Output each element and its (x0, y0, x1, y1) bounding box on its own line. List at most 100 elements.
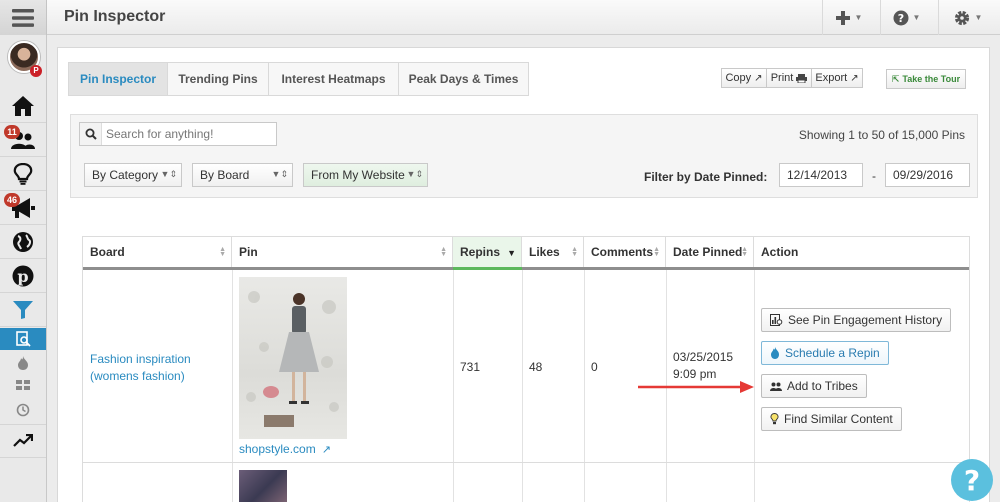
schedule-repin-button[interactable]: Schedule a Repin (761, 341, 889, 365)
pin-source-link[interactable]: shopstyle.com ↗ (239, 442, 331, 456)
lightbulb-icon (13, 162, 33, 185)
add-to-tribes-button[interactable]: Add to Tribes (761, 374, 867, 398)
settings-menu[interactable]: ▼ (938, 0, 996, 35)
sorted-column-marker (453, 267, 522, 270)
lightbulb-icon (770, 413, 779, 425)
sort-icon: ▲ ▼ (653, 246, 660, 258)
search-box (79, 122, 277, 146)
copy-button[interactable]: Copy ↗ (721, 68, 767, 88)
column-header-date-pinned[interactable]: Date Pinned ▲ ▼ (666, 237, 754, 267)
find-similar-label: Find Similar Content (784, 412, 893, 426)
search-button[interactable] (80, 123, 102, 145)
column-header-pin[interactable]: Pin ▲ ▼ (232, 237, 453, 267)
time-pinned-value: 9:09 pm (673, 367, 717, 381)
sidebar-item-filters[interactable] (0, 293, 46, 327)
engagement-history-button[interactable]: See Pin Engagement History (761, 308, 952, 332)
column-header-label: Repins (460, 245, 501, 259)
find-similar-button[interactable]: Find Similar Content (761, 407, 902, 431)
sidebar-item-trending[interactable] (0, 352, 46, 374)
search-input[interactable] (106, 126, 271, 142)
date-separator: - (872, 169, 876, 183)
sidebar-item-promote[interactable]: 46 (0, 191, 46, 225)
top-bar: Pin Inspector ▼ ? ▼ ▼ (0, 0, 1000, 35)
funnel-icon (13, 300, 33, 319)
sidebar: P 11 46 p (0, 35, 47, 502)
board-link[interactable]: Fashion inspiration (womens fashion) (90, 351, 225, 385)
tab-pin-inspector[interactable]: Pin Inspector (68, 62, 168, 96)
chevron-down-icon: ▼ (974, 13, 983, 22)
date-to-input[interactable]: 09/29/2016 (885, 163, 970, 187)
likes-value: 48 (529, 360, 543, 374)
tab-peak-days-times[interactable]: Peak Days & Times (398, 62, 529, 96)
promote-badge: 46 (4, 193, 20, 207)
globe-icon (13, 231, 33, 252)
column-header-likes[interactable]: Likes ▲ ▼ (522, 237, 584, 267)
sidebar-item-explore[interactable] (0, 225, 46, 259)
board-filter[interactable]: By Board ▼⇕ (192, 163, 293, 187)
filter-sort-icon: ▼⇕ (160, 169, 177, 179)
menu-button[interactable] (0, 0, 47, 35)
svg-text:?: ? (897, 12, 903, 25)
inspector-icon (16, 331, 31, 347)
users-icon (770, 382, 782, 391)
printer-icon (796, 73, 808, 83)
column-header-board[interactable]: Board ▲ ▼ (83, 237, 232, 267)
category-filter[interactable]: By Category ▼⇕ (84, 163, 182, 187)
external-icon: ↗ (850, 72, 859, 84)
print-button[interactable]: Print (766, 68, 812, 88)
chevron-down-icon: ▼ (854, 13, 863, 22)
comments-value: 0 (591, 360, 598, 374)
board-filter-label: By Board (200, 168, 250, 182)
print-label: Print (770, 72, 794, 84)
column-header-repins[interactable]: Repins ▼ (453, 237, 522, 267)
source-filter[interactable]: From My Website ▼⇕ (303, 163, 428, 187)
column-header-label: Date Pinned (673, 245, 743, 259)
sort-icon: ▲ ▼ (440, 246, 447, 258)
pin-photo (246, 291, 339, 427)
home-icon (12, 95, 34, 116)
help-chat-button[interactable]: ? (951, 459, 993, 501)
sidebar-item-peak-times[interactable] (0, 399, 46, 421)
take-tour-button[interactable]: ⇱ Take the Tour (886, 69, 966, 89)
column-divider (453, 270, 454, 502)
pins-table: Board ▲ ▼ Pin ▲ ▼ Repins ▼ Likes ▲ ▼ Comments ▲ ▼… (82, 236, 970, 502)
pin-image[interactable] (239, 277, 347, 439)
search-icon (85, 128, 97, 140)
tab-trending-pins[interactable]: Trending Pins (167, 62, 269, 96)
pin-image[interactable] (239, 470, 287, 502)
trending-up-icon (13, 434, 33, 447)
export-button[interactable]: Export ↗ (811, 68, 863, 88)
schedule-repin-label: Schedule a Repin (785, 346, 880, 360)
pinterest-icon: p (12, 265, 34, 286)
sidebar-item-heatmaps[interactable] (0, 374, 46, 396)
gear-icon (954, 10, 969, 25)
date-from-input[interactable]: 12/14/2013 (779, 163, 863, 187)
sort-icon: ▲ ▼ (219, 246, 226, 258)
add-to-tribes-label: Add to Tribes (787, 379, 858, 393)
add-menu[interactable]: ▼ (822, 0, 874, 35)
external-link-icon: ↗ (321, 444, 331, 456)
help-menu[interactable]: ? ▼ (880, 0, 932, 35)
results-count: Showing 1 to 50 of 15,000 Pins (798, 128, 965, 142)
sidebar-item-ideas[interactable] (0, 157, 46, 191)
sort-icon: ▲ ▼ (571, 246, 578, 258)
tour-label: Take the Tour (902, 74, 961, 84)
pin-source-label: shopstyle.com (239, 442, 316, 456)
flame-icon (770, 347, 780, 359)
flame-icon (18, 356, 28, 370)
column-header-label: Likes (529, 245, 560, 259)
date-pinned-value: 03/25/2015 (673, 350, 734, 364)
sidebar-item-pinterest[interactable]: p (0, 259, 46, 293)
export-label: Export (815, 72, 848, 84)
pinterest-badge: P (30, 65, 42, 77)
sidebar-item-pin-inspector[interactable] (0, 328, 46, 350)
column-header-label: Comments (591, 245, 654, 259)
hamburger-icon (12, 8, 34, 27)
grid-icon (16, 380, 30, 390)
column-header-comments[interactable]: Comments ▲ ▼ (584, 237, 666, 267)
sidebar-item-tribes[interactable]: 11 (0, 123, 46, 157)
sidebar-item-analytics[interactable] (0, 424, 46, 458)
sidebar-item-home[interactable] (0, 89, 46, 123)
filter-area: Showing 1 to 50 of 15,000 Pins By Catego… (70, 114, 978, 198)
tab-interest-heatmaps[interactable]: Interest Heatmaps (268, 62, 399, 96)
